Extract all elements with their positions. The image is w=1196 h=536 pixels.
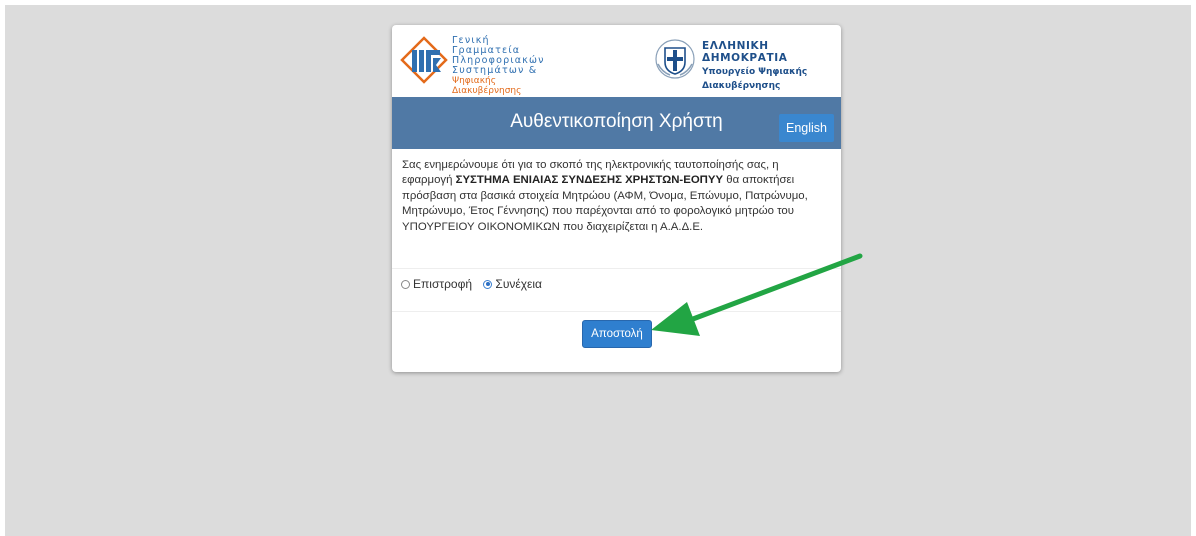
back-option-label: Επιστροφή bbox=[413, 277, 473, 291]
continue-option[interactable]: Συνέχεια bbox=[483, 277, 542, 291]
continue-radio[interactable] bbox=[483, 279, 493, 289]
consent-app-name: ΣΥΣΤΗΜΑ ΕΝΙΑΙΑΣ ΣΥΝΔΕΣΗΣ ΧΡΗΣΤΩΝ-ΕΟΠΥΥ bbox=[455, 174, 724, 187]
submit-button[interactable]: Αποστολή bbox=[582, 320, 652, 348]
gsis-logo-sub: Ψηφιακής Διακυβέρνησης bbox=[452, 76, 522, 96]
greek-coat-of-arms-icon bbox=[655, 39, 695, 79]
gov-logo-text: ΕΛΛΗΝΙΚΗ ΔΗΜΟΚΡΑΤΙΑ Υπουργείο Ψηφιακής Δ… bbox=[702, 40, 839, 91]
consent-text: Σας ενημερώνουμε ότι για το σκοπό της ηλ… bbox=[402, 158, 832, 235]
page-background: Γενική Γραμματεία Πληροφοριακών Συστημάτ… bbox=[5, 5, 1191, 536]
hellenic-republic-logo: ΕΛΛΗΝΙΚΗ ΔΗΜΟΚΡΑΤΙΑ Υπουργείο Ψηφιακής Δ… bbox=[654, 36, 839, 90]
gsis-logo-line: Συστημάτων & bbox=[452, 65, 538, 76]
continue-option-label: Συνέχεια bbox=[495, 277, 542, 291]
gov-logo-sub-line: Διακυβέρνησης bbox=[702, 80, 781, 91]
english-language-button[interactable]: English bbox=[779, 114, 834, 142]
gsis-logo-line: Γενική Γραμματεία bbox=[452, 35, 521, 56]
gov-logo-title: ΕΛΛΗΝΙΚΗ ΔΗΜΟΚΡΑΤΙΑ bbox=[702, 40, 788, 64]
consent-options: Επιστροφή Συνέχεια bbox=[401, 277, 550, 292]
green-arrow-annotation bbox=[651, 253, 863, 336]
back-radio[interactable] bbox=[401, 279, 410, 289]
gsis-logo: Γενική Γραμματεία Πληροφοριακών Συστημάτ… bbox=[400, 34, 560, 96]
header-logos: Γενική Γραμματεία Πληροφοριακών Συστημάτ… bbox=[392, 25, 841, 97]
title-banner: Αυθεντικοποίηση Χρήστη English bbox=[392, 97, 841, 149]
gsis-logo-text: Γενική Γραμματεία Πληροφοριακών Συστημάτ… bbox=[452, 35, 560, 97]
page-title: Αυθεντικοποίηση Χρήστη bbox=[510, 111, 723, 132]
back-option[interactable]: Επιστροφή bbox=[401, 277, 472, 291]
gov-logo-sub-line: Υπουργείο Ψηφιακής bbox=[702, 67, 808, 77]
gsis-emblem-icon bbox=[400, 36, 448, 84]
